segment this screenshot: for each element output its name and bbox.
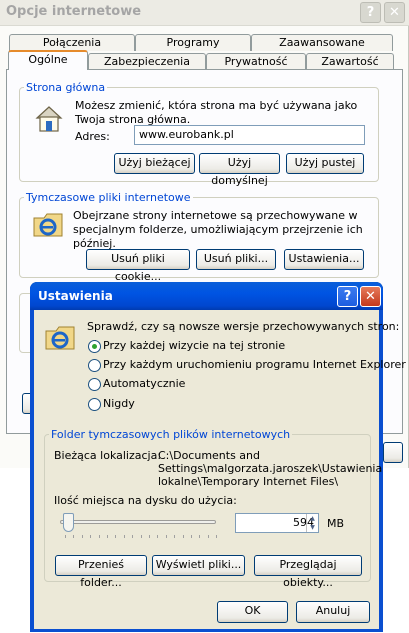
temp-folder-legend: Folder tymczasowych plików internetowych [51, 428, 291, 441]
slider-tick [191, 535, 192, 538]
radio-every-visit-label: Przy każdej wizycie na tej stronie [103, 339, 286, 352]
move-folder-button[interactable]: Przenieś folder... [55, 555, 147, 589]
home-page-description: Możesz zmienić, która strona ma być używ… [75, 99, 358, 126]
tab-security[interactable]: Zabezpieczenia [88, 53, 206, 70]
dialog-border [30, 310, 34, 632]
cancel-button[interactable]: Anuluj [296, 601, 370, 623]
internet-options-title: Opcje internetowe [6, 4, 142, 19]
disk-space-slider-track[interactable] [60, 520, 216, 524]
home-page-legend: Strona główna [26, 81, 106, 94]
tab-programs[interactable]: Programy [135, 34, 251, 51]
radio-automatic-label: Automatycznie [103, 377, 186, 390]
slider-tick [140, 535, 142, 538]
temp-files-legend: Tymczasowe pliki internetowe [26, 191, 191, 204]
radio-every-visit[interactable] [88, 340, 101, 353]
current-location-path-3: lokalne\Temporary Internet Files\ [158, 475, 339, 488]
disk-space-label: Ilość miejsca na dysku do użycia: [54, 494, 237, 507]
slider-tick [132, 535, 134, 538]
settings-button[interactable]: Ustawienia... [284, 249, 364, 270]
slider-tick [165, 535, 167, 538]
slider-tick [149, 535, 150, 538]
ok-button[interactable]: OK [217, 601, 288, 623]
check-newer-question: Sprawdź, czy są nowsze wersje przechowyw… [87, 320, 400, 333]
radio-never[interactable] [88, 398, 101, 411]
house-icon [35, 106, 63, 132]
tab-privacy[interactable]: Prywatność [206, 53, 306, 70]
current-location-path-2: Settings\malgorzata.jaroszek\Ustawienia [158, 462, 383, 475]
radio-every-start-label: Przy każdym uruchomieniu programu Intern… [103, 358, 406, 371]
temp-files-description: Obejrzane strony internetowe są przechow… [73, 209, 363, 250]
disk-space-slider-thumb[interactable] [62, 513, 74, 532]
slider-tick [107, 535, 108, 538]
dialog-help-button[interactable]: ? [337, 286, 358, 307]
radio-every-start[interactable] [88, 359, 101, 372]
ie-folder-icon [45, 326, 75, 350]
disk-space-unit: MB [327, 517, 345, 530]
radio-never-label: Nigdy [103, 397, 135, 410]
slider-tick [216, 535, 218, 538]
radio-automatic[interactable] [88, 378, 101, 391]
address-input[interactable]: www.eurobank.pl [134, 125, 365, 145]
tab-content[interactable]: Zawartość [306, 53, 394, 70]
background-apply-button-partial[interactable] [383, 442, 403, 463]
ie-folder-icon [33, 213, 63, 237]
slider-tick [65, 535, 66, 538]
slider-tick [157, 535, 159, 538]
address-label: Adres: [75, 130, 110, 143]
slider-tick [73, 535, 75, 538]
spin-arrows-icon[interactable]: ▲ ▼ [306, 514, 318, 532]
slider-tick [199, 535, 201, 538]
view-files-button[interactable]: Wyświetl pliki... [152, 555, 245, 576]
slider-tick [90, 535, 92, 538]
slider-tick [174, 535, 176, 538]
help-button[interactable]: ? [360, 2, 381, 23]
tab-connections[interactable]: Połączenia [9, 34, 135, 51]
tab-general[interactable]: Ogólne [8, 50, 88, 70]
use-blank-button[interactable]: Użyj pustej [286, 153, 364, 174]
slider-tick [182, 535, 184, 538]
tab-advanced[interactable]: Zaawansowane [251, 34, 393, 51]
use-current-button[interactable]: Użyj bieżącej [114, 153, 195, 174]
dialog-close-button[interactable]: ✕ [360, 286, 381, 307]
view-objects-button[interactable]: Przeglądaj obiekty... [254, 555, 362, 589]
current-location-path-1: C:\Documents and [158, 449, 261, 462]
slider-tick [123, 535, 125, 538]
delete-cookies-button[interactable]: Usuń pliki cookie... [86, 249, 190, 283]
slider-tick [207, 535, 209, 538]
use-default-button[interactable]: Użyj domyślnej [199, 153, 280, 187]
dialog-border [30, 629, 383, 632]
close-button[interactable]: ✕ [384, 2, 405, 23]
slider-tick [81, 535, 83, 538]
delete-files-button[interactable]: Usuń pliki... [196, 249, 276, 270]
slider-tick [115, 535, 117, 538]
slider-tick [98, 535, 100, 538]
current-location-label: Bieżąca lokalizacja: [54, 449, 162, 462]
settings-dialog-title: Ustawienia [38, 289, 113, 303]
